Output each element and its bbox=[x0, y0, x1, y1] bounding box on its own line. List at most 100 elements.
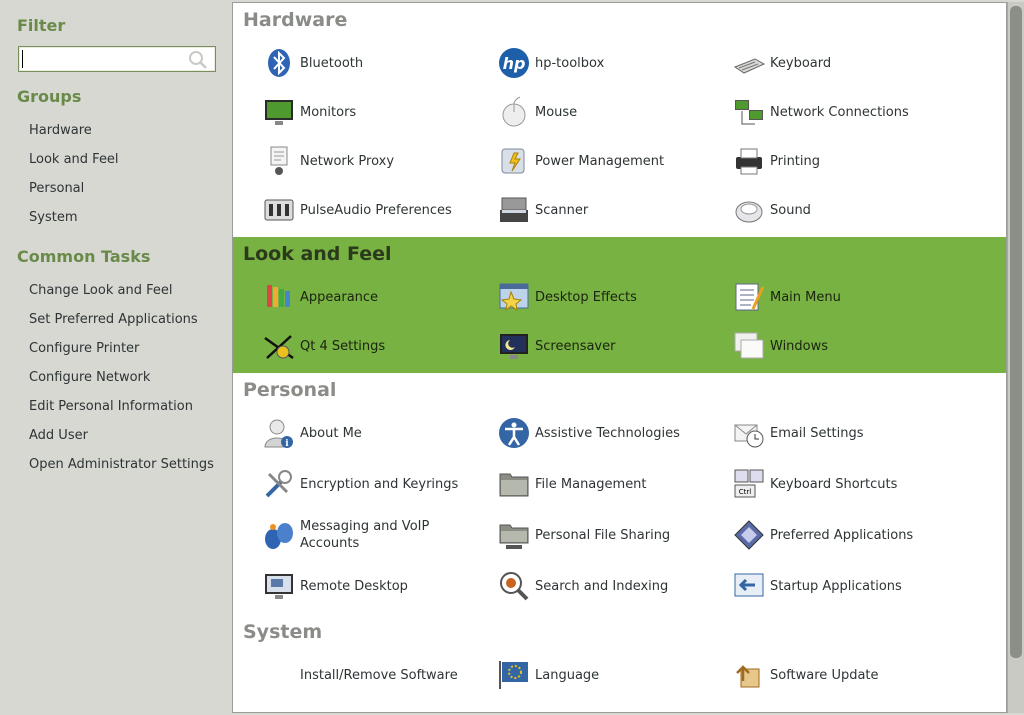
filter-input[interactable] bbox=[22, 50, 182, 68]
item-hp-toolbox[interactable]: hp hp-toolbox bbox=[498, 43, 728, 83]
section-title-look-and-feel: Look and Feel bbox=[243, 243, 392, 265]
item-label: Keyboard Shortcuts bbox=[770, 476, 898, 492]
item-pulseaudio-preferences[interactable]: PulseAudio Preferences bbox=[263, 190, 493, 230]
task-change-look[interactable]: Change Look and Feel bbox=[29, 283, 172, 298]
item-windows[interactable]: Windows bbox=[733, 326, 963, 366]
keyboard-icon bbox=[733, 58, 765, 74]
item-remote-desktop[interactable]: Remote Desktop bbox=[263, 566, 493, 606]
preferred-apps-icon bbox=[734, 520, 764, 550]
group-system[interactable]: System bbox=[29, 210, 77, 225]
item-search-and-indexing[interactable]: Search and Indexing bbox=[498, 566, 728, 606]
sidebar: Filter Groups Hardware Look and Feel Per… bbox=[0, 0, 232, 715]
item-language[interactable]: Language bbox=[498, 655, 728, 695]
task-admin-settings[interactable]: Open Administrator Settings bbox=[29, 457, 214, 472]
section-system: System Install/Remove Software Language So… bbox=[233, 615, 1006, 712]
item-label: Software Update bbox=[770, 667, 879, 683]
item-appearance[interactable]: Appearance bbox=[263, 277, 493, 317]
item-assistive-technologies[interactable]: Assistive Technologies bbox=[498, 413, 728, 453]
software-update-icon bbox=[736, 665, 760, 688]
scanner-icon bbox=[500, 197, 528, 222]
item-label: Network Connections bbox=[770, 104, 909, 120]
network-icon bbox=[735, 100, 763, 125]
item-preferred-applications[interactable]: Preferred Applications bbox=[733, 515, 963, 555]
task-configure-printer[interactable]: Configure Printer bbox=[29, 341, 139, 356]
item-label: Bluetooth bbox=[300, 55, 364, 71]
main-panel: Hardware Bluetooth hp hp-toolbox Keyboard Mo… bbox=[232, 2, 1007, 713]
bluetooth-icon bbox=[268, 49, 290, 77]
item-label: Preferred Applications bbox=[770, 527, 914, 543]
task-configure-network[interactable]: Configure Network bbox=[29, 370, 150, 385]
group-personal[interactable]: Personal bbox=[29, 181, 84, 196]
network-proxy-icon bbox=[270, 146, 288, 175]
printer-icon bbox=[736, 148, 762, 175]
item-label: Sound bbox=[770, 202, 811, 218]
item-software-update[interactable]: Software Update bbox=[733, 655, 963, 695]
item-email-settings[interactable]: Email Settings bbox=[733, 413, 963, 453]
desktop-effects-icon bbox=[499, 283, 529, 312]
vertical-scrollbar[interactable] bbox=[1007, 2, 1024, 713]
language-flag-icon bbox=[499, 661, 528, 689]
item-encryption-and-keyrings[interactable]: Encryption and Keyrings bbox=[263, 464, 493, 504]
section-look-and-feel: Look and Feel Appearance Desktop Effects M… bbox=[233, 237, 1006, 373]
item-label: File Management bbox=[535, 476, 647, 492]
item-network-proxy[interactable]: Network Proxy bbox=[263, 141, 493, 181]
file-sharing-icon bbox=[499, 524, 529, 549]
audio-mixer-icon bbox=[264, 199, 294, 221]
remote-desktop-icon bbox=[265, 574, 293, 599]
item-label: Power Management bbox=[535, 153, 665, 169]
item-network-connections[interactable]: Network Connections bbox=[733, 92, 963, 132]
main-menu-icon bbox=[735, 283, 765, 311]
item-screensaver[interactable]: Screensaver bbox=[498, 326, 728, 366]
scrollbar-thumb[interactable] bbox=[1010, 6, 1022, 658]
item-sound[interactable]: Sound bbox=[733, 190, 963, 230]
item-about-me[interactable]: i About Me bbox=[263, 413, 493, 453]
item-label: Email Settings bbox=[770, 425, 864, 441]
filter-heading: Filter bbox=[17, 16, 66, 35]
item-keyboard[interactable]: Keyboard bbox=[733, 43, 963, 83]
item-label: PulseAudio Preferences bbox=[300, 202, 452, 218]
group-look-and-feel[interactable]: Look and Feel bbox=[29, 152, 119, 167]
item-main-menu[interactable]: Main Menu bbox=[733, 277, 963, 317]
section-hardware: Hardware Bluetooth hp hp-toolbox Keyboard Mo… bbox=[233, 3, 1006, 237]
item-startup-applications[interactable]: Startup Applications bbox=[733, 566, 963, 606]
task-preferred-apps[interactable]: Set Preferred Applications bbox=[29, 312, 198, 327]
section-title-hardware: Hardware bbox=[243, 9, 348, 31]
keyboard-shortcuts-icon: Ctrl bbox=[734, 469, 764, 498]
item-file-management[interactable]: File Management bbox=[498, 464, 728, 504]
item-label: Search and Indexing bbox=[535, 578, 669, 594]
email-icon bbox=[734, 424, 764, 448]
item-label: Network Proxy bbox=[300, 153, 395, 169]
task-edit-personal-info[interactable]: Edit Personal Information bbox=[29, 399, 193, 414]
mouse-icon bbox=[502, 96, 526, 127]
item-label: Personal File Sharing bbox=[535, 527, 671, 543]
keyring-icon bbox=[265, 470, 292, 498]
item-personal-file-sharing[interactable]: Personal File Sharing bbox=[498, 515, 728, 555]
item-label: Keyboard bbox=[770, 55, 832, 71]
item-label: Remote Desktop bbox=[300, 578, 408, 594]
filter-search-box[interactable] bbox=[18, 46, 216, 72]
qt-settings-icon bbox=[264, 335, 294, 360]
item-label: hp-toolbox bbox=[535, 55, 605, 71]
sound-icon bbox=[735, 201, 763, 223]
item-messaging-and-voip-accounts[interactable]: Messaging and VoIP Accounts bbox=[263, 515, 493, 555]
item-install-remove-software[interactable]: Install/Remove Software bbox=[263, 655, 493, 695]
search-icon bbox=[189, 51, 207, 69]
item-desktop-effects[interactable]: Desktop Effects bbox=[498, 277, 728, 317]
item-printing[interactable]: Printing bbox=[733, 141, 963, 181]
item-power-management[interactable]: Power Management bbox=[498, 141, 728, 181]
item-label: Monitors bbox=[300, 104, 357, 120]
folder-icon bbox=[499, 473, 529, 497]
group-hardware[interactable]: Hardware bbox=[29, 123, 92, 138]
task-add-user[interactable]: Add User bbox=[29, 428, 88, 443]
item-label: Main Menu bbox=[770, 289, 841, 305]
item-qt-4-settings[interactable]: Qt 4 Settings bbox=[263, 326, 493, 366]
item-label: Qt 4 Settings bbox=[300, 338, 386, 354]
item-scanner[interactable]: Scanner bbox=[498, 190, 728, 230]
item-keyboard-shortcuts[interactable]: Ctrl Keyboard Shortcuts bbox=[733, 464, 963, 504]
item-mouse[interactable]: Mouse bbox=[498, 92, 728, 132]
item-bluetooth[interactable]: Bluetooth bbox=[263, 43, 493, 83]
item-label: Install/Remove Software bbox=[300, 667, 458, 683]
item-label: Messaging and VoIP Accounts bbox=[300, 519, 430, 551]
item-label: Printing bbox=[770, 153, 821, 169]
item-monitors[interactable]: Monitors bbox=[263, 92, 493, 132]
